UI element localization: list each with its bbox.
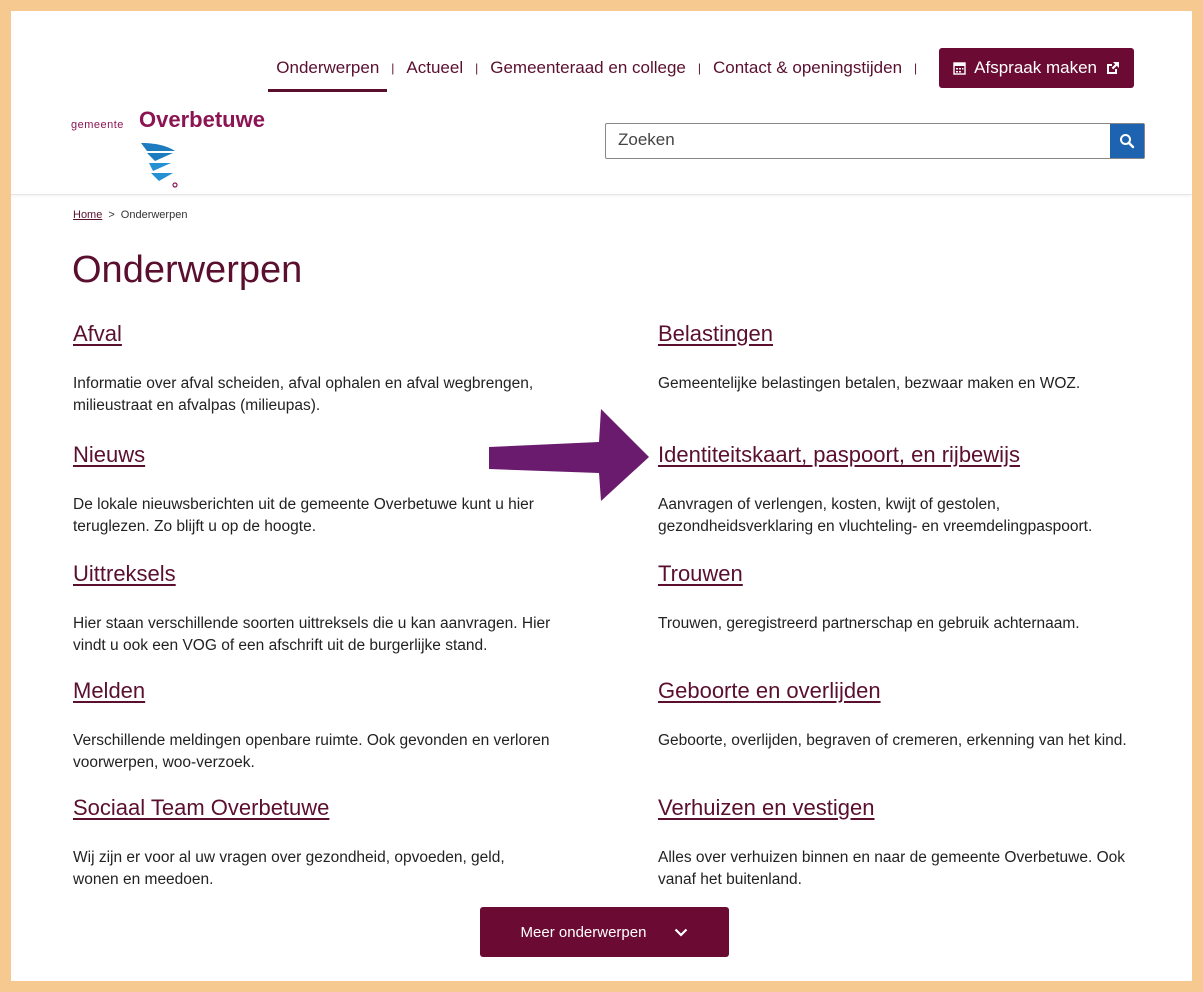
topic-link[interactable]: Melden: [73, 678, 553, 704]
topic-description: Geboorte, overlijden, begraven of cremer…: [658, 732, 1127, 749]
topic-description: Trouwen, geregistreerd partnerschap en g…: [658, 615, 1080, 632]
breadcrumb-home[interactable]: Home: [73, 209, 102, 221]
search-box: [605, 123, 1145, 159]
chevron-right-icon: >: [108, 209, 115, 221]
topic-link[interactable]: Verhuizen en vestigen: [658, 795, 1138, 821]
topic-description: Wij zijn er voor al uw vragen over gezon…: [73, 849, 505, 888]
search-input[interactable]: [606, 124, 1110, 156]
topic-description: Alles over verhuizen binnen en naar de g…: [658, 849, 1126, 888]
breadcrumb: Home > Onderwerpen: [73, 209, 187, 221]
municipality-logo[interactable]: gemeente Overbetuwe: [71, 107, 271, 189]
topic-description: Hier staan verschillende soorten uittrek…: [73, 615, 551, 654]
page-title: Onderwerpen: [72, 249, 303, 291]
topic-description: Verschillende meldingen openbare ruimte.…: [73, 732, 550, 771]
topic-link[interactable]: Nieuws: [73, 442, 553, 468]
chevron-down-icon: [675, 928, 688, 937]
nav-actueel[interactable]: Actueel: [406, 58, 463, 78]
topic-description: De lokale nieuwsberichten uit de gemeent…: [73, 496, 534, 535]
page-frame: Onderwerpen | Actueel | Gemeenteraad en …: [11, 11, 1192, 981]
topic-description: Gemeentelijke belastingen betalen, bezwa…: [658, 375, 1081, 392]
appointment-button[interactable]: Afspraak maken: [939, 48, 1134, 88]
logo-prefix: gemeente: [71, 119, 124, 131]
topic-geboorte: Geboorte en overlijden Geboorte, overlij…: [658, 678, 1138, 752]
topic-melden: Melden Verschillende meldingen openbare …: [73, 678, 553, 774]
topic-identiteitskaart: Identiteitskaart, paspoort, en rijbewijs…: [658, 442, 1138, 538]
topic-verhuizen: Verhuizen en vestigen Alles over verhuiz…: [658, 795, 1138, 891]
search-button[interactable]: [1110, 124, 1144, 158]
calendar-icon: [953, 61, 966, 75]
topic-link[interactable]: Sociaal Team Overbetuwe: [73, 795, 553, 821]
topic-link[interactable]: Afval: [73, 321, 553, 347]
topic-link[interactable]: Identiteitskaart, paspoort, en rijbewijs: [658, 442, 1138, 468]
topic-description: Aanvragen of verlengen, kosten, kwijt of…: [658, 496, 1093, 535]
search-icon: [1120, 134, 1135, 149]
topic-nieuws: Nieuws De lokale nieuwsberichten uit de …: [73, 442, 553, 538]
topic-link[interactable]: Belastingen: [658, 321, 1138, 347]
appointment-label: Afspraak maken: [974, 58, 1097, 77]
nav-separator: |: [391, 61, 395, 75]
more-topics-button[interactable]: Meer onderwerpen: [480, 907, 729, 957]
arrow-right-icon: [489, 409, 649, 501]
nav-contact[interactable]: Contact & openingstijden: [713, 58, 902, 78]
site-header: Onderwerpen | Actueel | Gemeenteraad en …: [11, 11, 1192, 195]
nav-separator: |: [914, 61, 918, 75]
topic-link[interactable]: Trouwen: [658, 561, 1138, 587]
logo-emblem-icon: [141, 143, 178, 188]
nav-separator: |: [697, 61, 701, 75]
top-navigation: Onderwerpen | Actueel | Gemeenteraad en …: [268, 48, 1134, 92]
topic-link[interactable]: Geboorte en overlijden: [658, 678, 1138, 704]
more-topics-label: Meer onderwerpen: [520, 923, 647, 941]
topic-uittreksels: Uittreksels Hier staan verschillende soo…: [73, 561, 553, 657]
topic-trouwen: Trouwen Trouwen, geregistreerd partnersc…: [658, 561, 1138, 635]
nav-gemeenteraad[interactable]: Gemeenteraad en college: [490, 58, 686, 78]
breadcrumb-current: Onderwerpen: [120, 209, 188, 221]
logo-name: Overbetuwe: [139, 107, 265, 132]
nav-onderwerpen[interactable]: Onderwerpen: [268, 58, 388, 92]
topic-belastingen: Belastingen Gemeentelijke belastingen be…: [658, 321, 1138, 395]
topic-link[interactable]: Uittreksels: [73, 561, 553, 587]
nav-separator: |: [475, 61, 479, 75]
topic-afval: Afval Informatie over afval scheiden, af…: [73, 321, 553, 417]
external-link-icon: [1105, 61, 1120, 76]
topic-sociaal-team: Sociaal Team Overbetuwe Wij zijn er voor…: [73, 795, 553, 891]
topic-description: Informatie over afval scheiden, afval op…: [73, 375, 534, 414]
